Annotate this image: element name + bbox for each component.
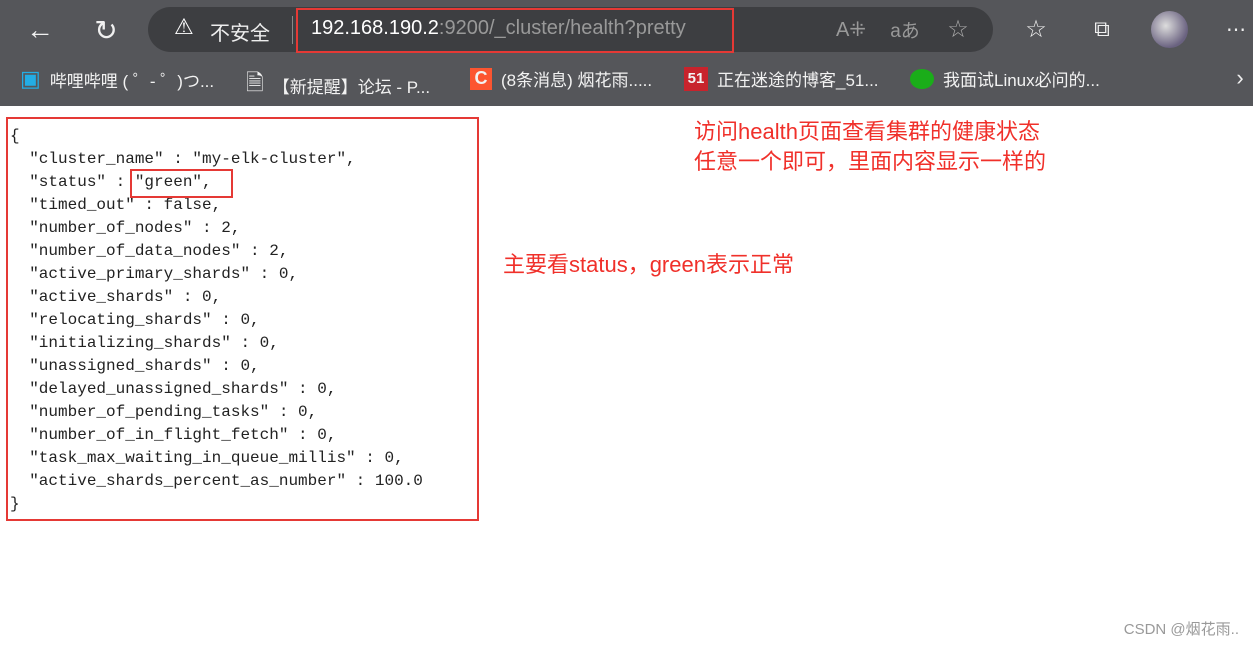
refresh-button[interactable]: ↻ — [88, 12, 124, 48]
json-line: ″number_of_pending_tasks″ : 0, — [10, 403, 318, 421]
json-line: ″active_primary_shards″ : 0, — [10, 265, 299, 283]
json-line: ″cluster_name″ : ″my-elk-cluster″, — [10, 150, 356, 168]
annotation-line: 访问health页面查看集群的健康状态 — [694, 119, 1040, 144]
bilibili-icon: ▣ — [20, 66, 41, 91]
translate-icon[interactable]: aあ — [888, 14, 922, 44]
security-label[interactable]: 不安全 — [210, 17, 270, 46]
csdn-icon: C — [470, 67, 492, 90]
json-line: ″relocating_shards″ : 0, — [10, 311, 260, 329]
bookmark-wechat[interactable]: 我面试Linux必问的... — [910, 66, 1100, 91]
favorites-icon[interactable]: ☆ — [1020, 14, 1052, 44]
back-button[interactable]: ← — [22, 12, 58, 48]
51cto-icon: 51 — [684, 66, 708, 91]
bookmark-forum[interactable]: 🗎 【新提醒】论坛 - P... — [246, 66, 430, 104]
profile-avatar[interactable] — [1151, 11, 1188, 48]
json-line: ″unassigned_shards″ : 0, — [10, 357, 260, 375]
json-line: ″number_of_nodes″ : 2, — [10, 219, 241, 237]
annotation-line: 任意一个即可，里面内容显示一样的 — [694, 149, 1047, 174]
bookmark-bilibili[interactable]: ▣ 哔哩哔哩 ( ゜- ゜)つ... — [20, 66, 214, 92]
read-aloud-icon[interactable]: A⁜ — [836, 14, 866, 44]
browser-toolbar: ← ↻ ⚠ 不安全 192.168.190.2:9200/_cluster/he… — [0, 0, 1253, 106]
url-highlight-box — [296, 8, 734, 53]
wechat-icon — [910, 68, 934, 89]
json-line: } — [10, 495, 20, 513]
json-line: ″delayed_unassigned_shards″ : 0, — [10, 380, 337, 398]
json-line: ″active_shards″ : 0, — [10, 288, 222, 306]
add-favorite-icon[interactable]: ☆ — [942, 14, 974, 44]
annotation-health: 访问health页面查看集群的健康状态 任意一个即可，里面内容显示一样的 — [694, 117, 1046, 177]
json-line: ″number_of_in_flight_fetch″ : 0, — [10, 426, 337, 444]
collections-icon[interactable]: ⧉ — [1086, 14, 1118, 44]
chevron-right-icon[interactable]: › — [1230, 64, 1250, 92]
annotation-status: 主要看status，green表示正常 — [503, 252, 794, 277]
json-line: ″number_of_data_nodes″ : 2, — [10, 242, 289, 260]
bookmark-51cto[interactable]: 51 正在迷途的博客_51... — [684, 66, 879, 91]
json-line: ″task_max_waiting_in_queue_millis″ : 0, — [10, 449, 404, 467]
json-line: ″active_shards_percent_as_number″ : 100.… — [10, 472, 423, 490]
more-menu-icon[interactable]: ⋯ — [1222, 14, 1250, 44]
status-highlight-box — [130, 169, 233, 198]
divider — [292, 16, 293, 44]
watermark: CSDN @烟花雨.. — [1123, 621, 1239, 638]
json-line: ″timed_out″ : false, — [10, 196, 222, 214]
page-icon: 🗎 — [246, 70, 264, 95]
bookmark-csdn[interactable]: C (8条消息) 烟花雨..... — [470, 66, 652, 91]
json-line: { — [10, 127, 20, 145]
json-line: ″initializing_shards″ : 0, — [10, 334, 279, 352]
warning-icon: ⚠ — [174, 14, 194, 39]
